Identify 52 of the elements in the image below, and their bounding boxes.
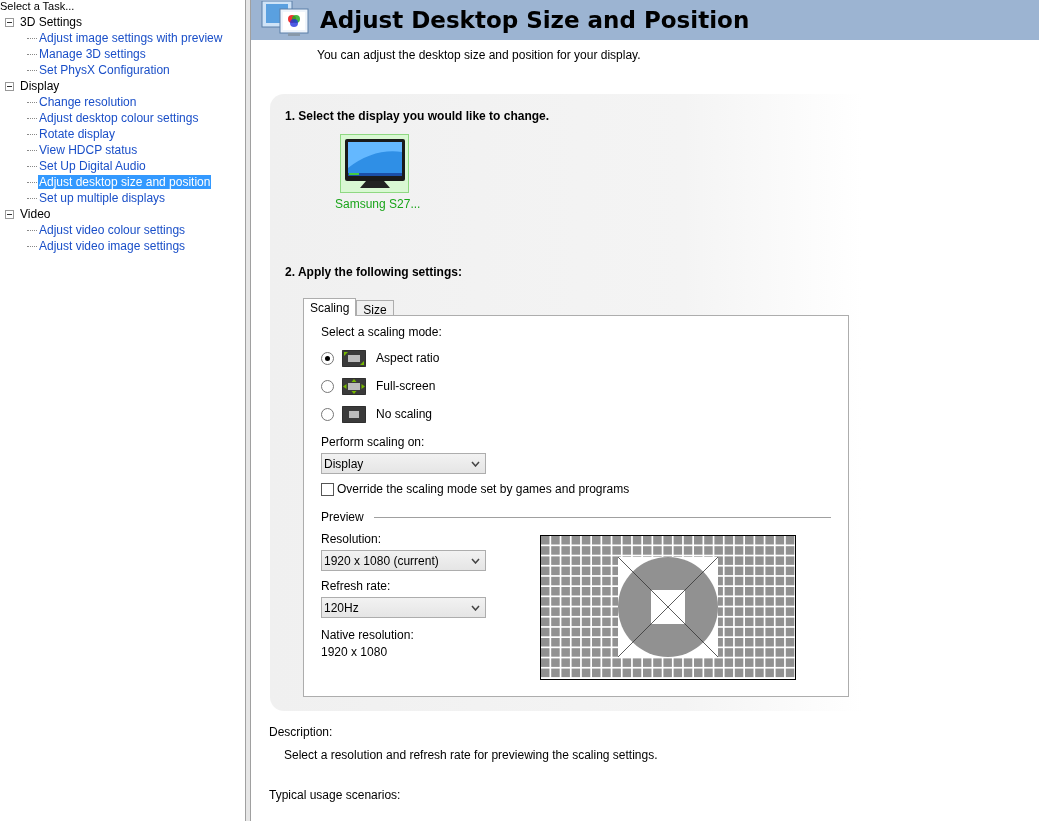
tree-item[interactable]: Set PhysX Configuration (38, 63, 171, 77)
tree-item[interactable]: Adjust image settings with preview (38, 31, 224, 45)
tree-item[interactable]: Adjust video colour settings (38, 223, 187, 237)
usage-scenarios-label: Typical usage scenarios: (269, 788, 402, 802)
radio-button[interactable] (321, 351, 334, 365)
page-subtitle: You can adjust the desktop size and position for your display. (317, 48, 642, 62)
fullscreen-icon (342, 377, 366, 395)
display-tile[interactable] (340, 134, 409, 193)
tree-item[interactable]: Adjust desktop colour settings (38, 111, 200, 125)
tree-item[interactable]: Adjust video image settings (38, 239, 187, 253)
radio-button[interactable] (321, 379, 334, 393)
monitor-icon (343, 137, 406, 190)
field-label: Perform scaling on: (321, 435, 426, 449)
page-title: Adjust Desktop Size and Position (320, 7, 750, 33)
collapse-icon[interactable] (5, 209, 14, 219)
description-text: Select a resolution and refresh rate for previewing the scaling settings. (284, 748, 659, 762)
collapse-icon[interactable] (5, 81, 14, 91)
field-label: Resolution: (321, 532, 383, 546)
description-label: Description: (269, 725, 334, 739)
monitors-icon (260, 1, 312, 39)
field-label: Select a scaling mode: (321, 325, 443, 339)
resolution-dropdown[interactable]: 1920 x 1080 (current) (321, 550, 486, 571)
refresh-rate-dropdown[interactable]: 120Hz (321, 597, 486, 618)
tree-item[interactable]: View HDCP status (38, 143, 139, 157)
display-name: Samsung S27... (335, 197, 422, 211)
tree-item[interactable]: Rotate display (38, 127, 117, 141)
step-heading: 1. Select the display you would like to change. (285, 109, 551, 123)
aspect-ratio-icon (342, 349, 366, 367)
tree-group-label[interactable]: 3D Settings (20, 15, 83, 29)
tree-item[interactable]: Set Up Digital Audio (38, 159, 147, 173)
checkbox-label[interactable]: Override the scaling mode set by games and programs (337, 482, 630, 496)
field-label: Refresh rate: (321, 579, 392, 593)
step-heading: 2. Apply the following settings: (285, 265, 463, 279)
sidebar-header: Select a Task... (0, 0, 76, 13)
section-label: Preview (321, 510, 364, 524)
tree-item[interactable]: Set up multiple displays (38, 191, 167, 205)
tree-group-label[interactable]: Display (20, 79, 60, 93)
no-scaling-icon (342, 405, 366, 423)
radio-label[interactable]: No scaling (376, 407, 433, 421)
field-label: Native resolution: (321, 628, 415, 642)
native-resolution-value: 1920 x 1080 (321, 645, 389, 659)
radio-label[interactable]: Aspect ratio (376, 351, 440, 365)
tab[interactable]: Scaling (303, 298, 357, 316)
scaling-dropdown[interactable]: Display (321, 453, 486, 474)
tab[interactable]: Size (356, 300, 394, 315)
radio-button[interactable] (321, 407, 334, 421)
tree-group-label[interactable]: Video (20, 207, 51, 221)
tree-item[interactable]: Change resolution (38, 95, 138, 109)
checkbox[interactable] (321, 482, 334, 496)
radio-label[interactable]: Full-screen (376, 379, 436, 393)
collapse-icon[interactable] (5, 17, 14, 27)
tree-item[interactable]: Manage 3D settings (38, 47, 147, 61)
